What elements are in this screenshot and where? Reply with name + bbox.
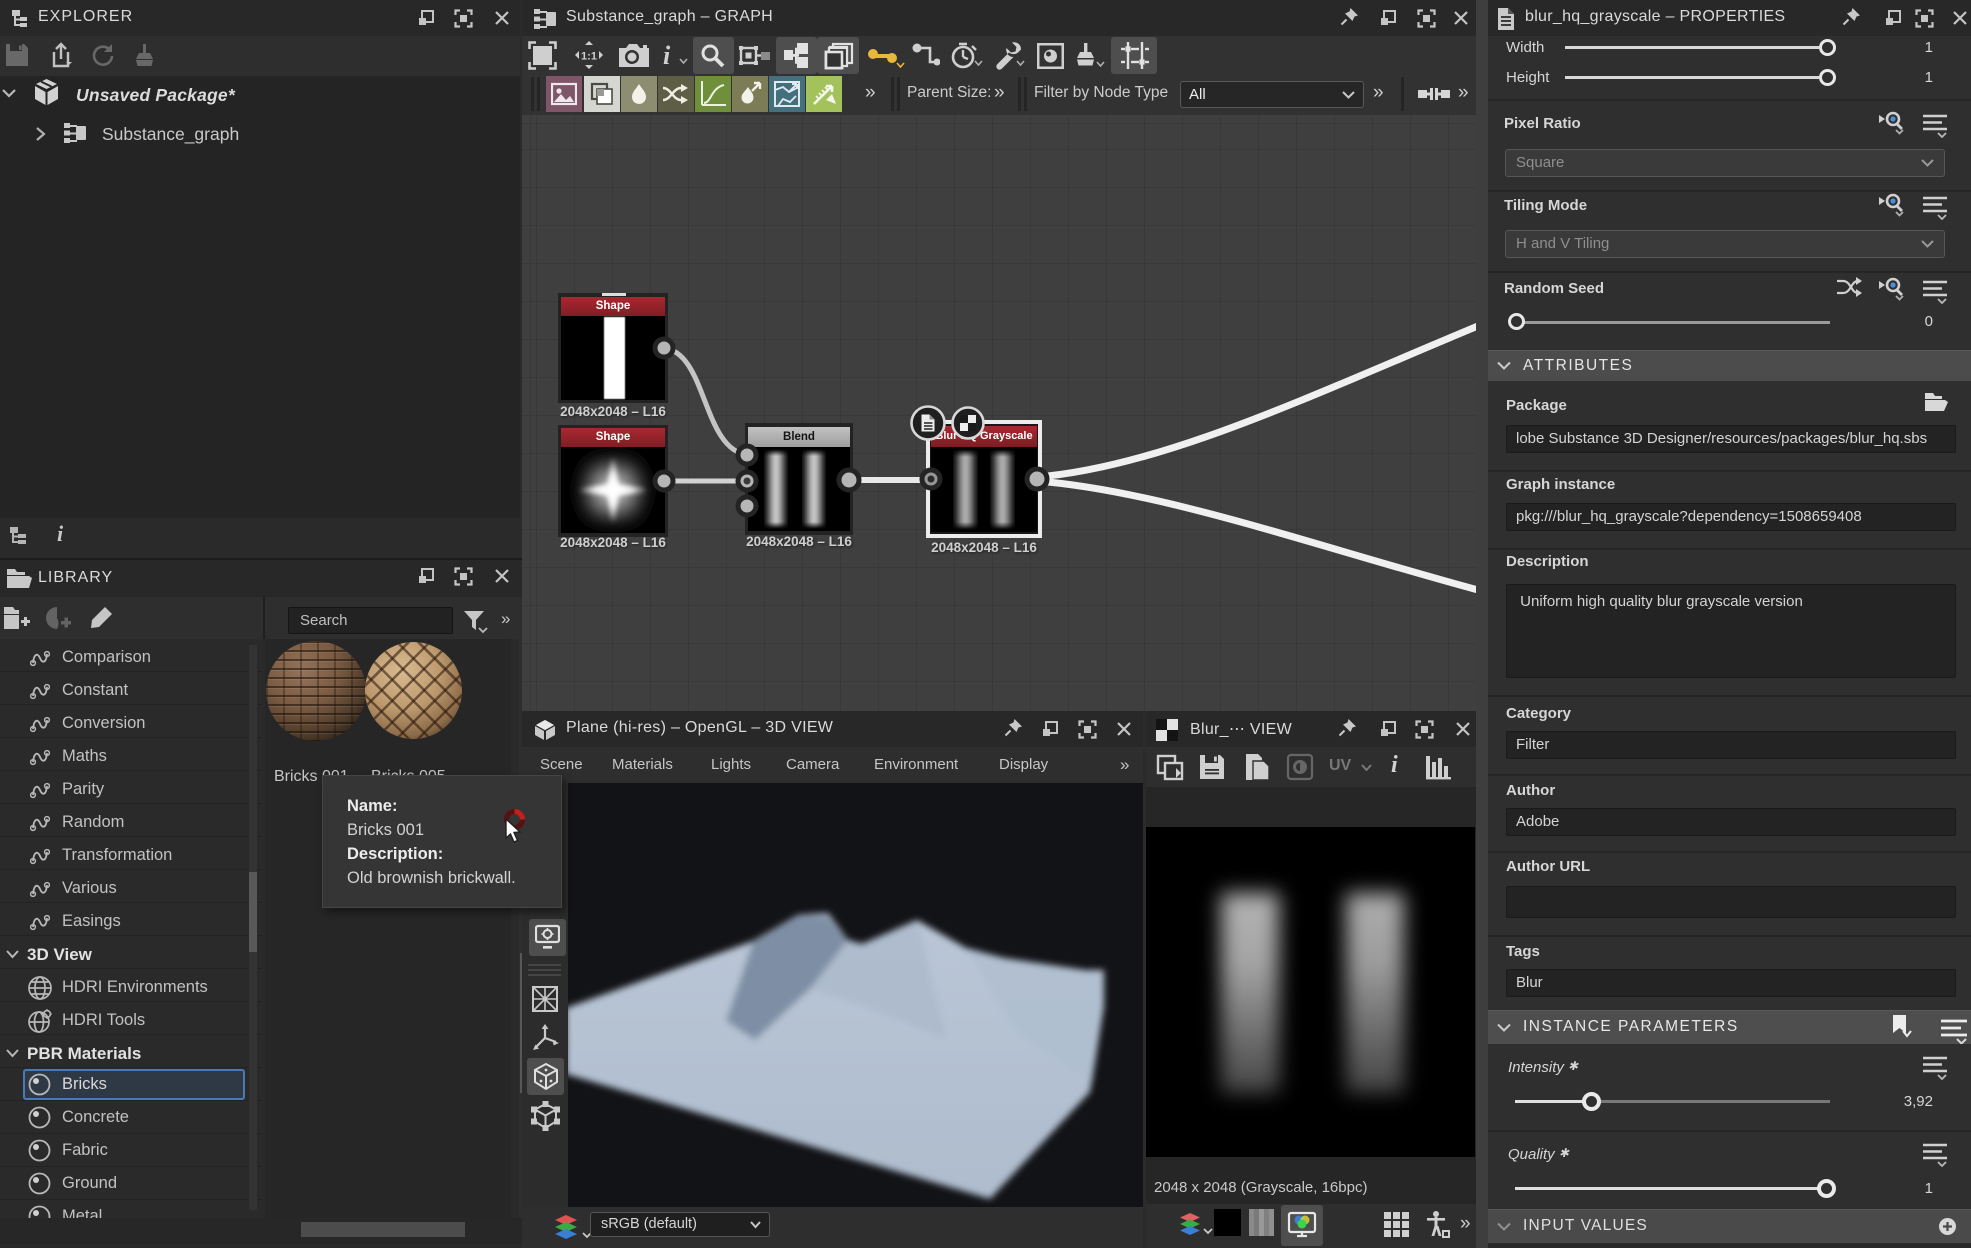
svg-text:1:1: 1:1	[581, 51, 597, 63]
